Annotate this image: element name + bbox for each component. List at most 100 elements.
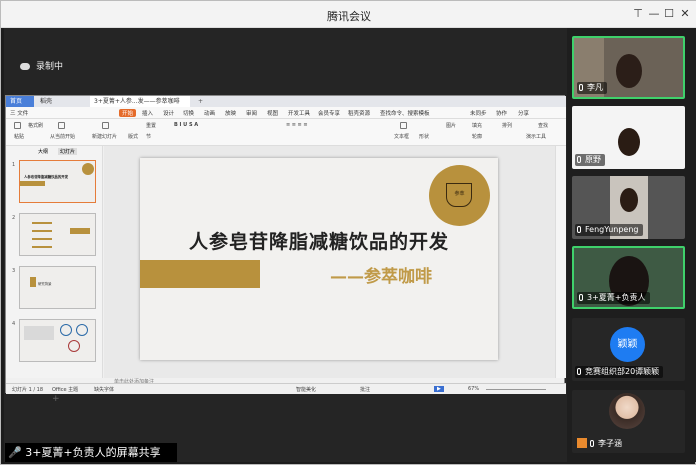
participant-video xyxy=(617,128,640,156)
ribbon-toolbar: 格式刷 粘贴 从当前开始 新建幻灯片 版式 节 重置 B I U S A ≡ ≡… xyxy=(6,119,566,146)
menu-animation[interactable]: 动画 xyxy=(204,109,215,117)
tab-home[interactable]: 首页 xyxy=(6,96,34,107)
minimize-icon[interactable]: — xyxy=(646,6,662,22)
missing-fonts[interactable]: 缺失字体 xyxy=(94,386,114,393)
reset[interactable]: 重置 xyxy=(146,122,156,129)
recording-indicator[interactable]: 录制中 xyxy=(20,59,63,72)
share-label: 3+夏菁+负责人的屏幕共享 xyxy=(25,446,161,459)
sync-status[interactable]: 未同步 xyxy=(470,109,487,117)
new-slide-icon[interactable] xyxy=(102,122,109,129)
participant-name: 李凡 xyxy=(577,82,607,94)
maximize-icon[interactable]: ☐ xyxy=(661,6,677,22)
pin-icon[interactable]: ⊤ xyxy=(630,6,646,22)
slide-thumbnail[interactable] xyxy=(19,213,96,256)
menu-design[interactable]: 设计 xyxy=(163,109,174,117)
participant-tile[interactable]: 3+夏菁+负责人 xyxy=(572,246,685,309)
new-slide[interactable]: 新建幻灯片 xyxy=(92,133,117,140)
menu-devtools[interactable]: 开发工具 xyxy=(288,109,310,117)
menu-home[interactable]: 开始 xyxy=(119,109,137,117)
play-slideshow-icon[interactable]: ▶ xyxy=(434,386,444,392)
section[interactable]: 节 xyxy=(146,133,151,140)
fill[interactable]: 填充 xyxy=(472,122,482,129)
participant-tile[interactable]: 颖颖 竞赛组织部20谭颖颖 xyxy=(572,318,685,381)
thumb-bar xyxy=(30,277,36,287)
outline[interactable]: 轮廓 xyxy=(472,133,482,140)
mic-icon xyxy=(590,440,594,447)
page-indicator: 幻灯片 1 / 18 xyxy=(12,387,43,393)
play-icon[interactable] xyxy=(58,122,65,129)
align-controls[interactable]: ≡ ≡ ≡ ≡ xyxy=(286,122,308,128)
app-title: 腾讯会议 xyxy=(327,10,371,23)
participant-tile[interactable]: FengYunpeng xyxy=(572,176,685,239)
menu-member[interactable]: 会员专享 xyxy=(318,109,340,117)
tab-outline[interactable]: 大纲 xyxy=(36,148,50,155)
mic-icon xyxy=(577,156,581,163)
thumb-line xyxy=(32,246,52,248)
participant-video xyxy=(615,54,642,88)
textbox[interactable]: 文本框 xyxy=(394,133,409,140)
current-slide[interactable]: 参萃 人参皂苷降脂减糖饮品的开发 ——参萃咖啡 xyxy=(140,158,498,360)
menu-slideshow[interactable]: 放映 xyxy=(225,109,236,117)
thumb-bar xyxy=(20,181,45,186)
thumb-circle xyxy=(68,340,80,352)
thumb-number: 4 xyxy=(12,321,16,327)
layout[interactable]: 版式 xyxy=(128,133,138,140)
paste-icon[interactable] xyxy=(14,122,21,129)
menu-review[interactable]: 审阅 xyxy=(246,109,257,117)
new-tab-icon[interactable]: + xyxy=(194,96,207,107)
right-tool-strip[interactable] xyxy=(555,146,566,378)
participant-name: FengYunpeng xyxy=(575,224,643,236)
thumb-title: 研究背景 xyxy=(38,282,52,286)
zoom-slider[interactable] xyxy=(486,389,546,390)
textbox-icon[interactable] xyxy=(400,122,407,129)
tab-docer[interactable]: 稻壳 xyxy=(36,96,86,107)
mic-icon: 🎤 xyxy=(8,446,22,459)
play-from-current[interactable]: 从当前开始 xyxy=(50,133,75,140)
close-icon[interactable]: ✕ xyxy=(677,6,693,22)
menu-file[interactable]: 三 文件 xyxy=(10,109,28,117)
font-controls[interactable]: B I U S A xyxy=(174,122,198,128)
paste-label[interactable]: 粘贴 xyxy=(14,133,24,140)
host-icon xyxy=(577,438,587,448)
share-button[interactable]: 分享 xyxy=(518,109,529,117)
mic-icon xyxy=(579,84,583,91)
tab-document[interactable]: 3+夏菁+人参...发——参萃咖啡 xyxy=(90,96,190,107)
slide-thumbnail[interactable]: 人参皂苷降脂减糖饮品的开发 xyxy=(19,160,96,203)
arrange[interactable]: 排列 xyxy=(502,122,512,129)
participant-tile[interactable]: 李子涵 xyxy=(572,390,685,453)
thumb-number: 1 xyxy=(12,162,16,168)
find[interactable]: 查找 xyxy=(538,122,548,129)
thumb-line xyxy=(32,222,52,224)
cloud-icon xyxy=(20,63,30,70)
tab-slides[interactable]: 幻灯片 xyxy=(58,148,78,155)
screen-share-banner[interactable]: 🎤 3+夏菁+负责人的屏幕共享 xyxy=(5,443,177,462)
thumb-title: 人参皂苷降脂减糖饮品的开发 xyxy=(24,175,69,179)
comments[interactable]: 批注 xyxy=(360,386,370,393)
menu-docer-res[interactable]: 稻壳资源 xyxy=(348,109,370,117)
collab-button[interactable]: 协作 xyxy=(496,109,507,117)
participant-name: 原野 xyxy=(575,154,605,166)
menu-insert[interactable]: 插入 xyxy=(142,109,153,117)
thumb-line xyxy=(32,230,52,232)
zoom-level[interactable]: 67% xyxy=(468,386,479,392)
participant-name: 3+夏菁+负责人 xyxy=(577,292,650,304)
shapes[interactable]: 形状 xyxy=(419,133,429,140)
slide-thumbnail[interactable]: 研究背景 xyxy=(19,266,96,309)
command-search[interactable]: 查找命令、搜索模板 xyxy=(380,109,430,117)
slide-thumbnail[interactable] xyxy=(19,319,96,362)
participant-avatar xyxy=(609,393,645,429)
mic-icon xyxy=(579,294,583,301)
participant-tile[interactable]: 原野 xyxy=(572,106,685,169)
presenter-tools[interactable]: 演示工具 xyxy=(526,133,546,140)
add-slide-button[interactable]: + xyxy=(52,394,60,404)
thumb-circle xyxy=(76,324,88,336)
menu-bar: 三 文件 开始 插入 设计 切换 动画 放映 审阅 视图 开发工具 会员专享 稻… xyxy=(6,107,566,119)
format-painter[interactable]: 格式刷 xyxy=(28,122,43,129)
smart-beautify[interactable]: 智能美化 xyxy=(296,386,316,393)
title-bar: 腾讯会议 ⊤ — ☐ ✕ xyxy=(1,1,696,28)
thumb-textblock xyxy=(24,326,54,340)
menu-transition[interactable]: 切换 xyxy=(183,109,194,117)
menu-view[interactable]: 视图 xyxy=(267,109,278,117)
participant-tile[interactable]: 李凡 xyxy=(572,36,685,99)
picture[interactable]: 图片 xyxy=(446,122,456,129)
